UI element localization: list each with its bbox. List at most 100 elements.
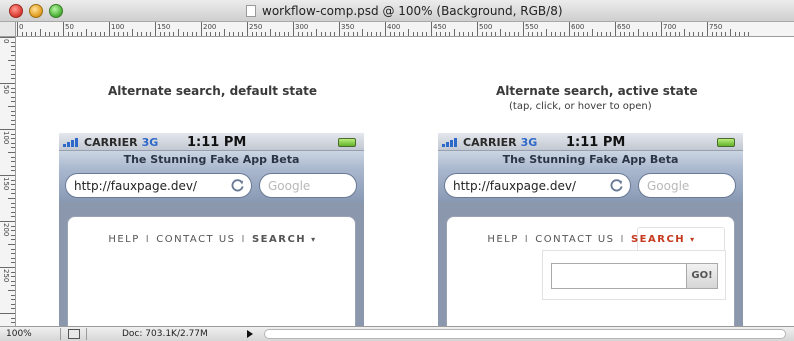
address-field[interactable]: http://fauxpage.dev/: [65, 173, 252, 198]
ruler-tick: [11, 142, 15, 144]
ruler-number: 0: [2, 39, 10, 44]
window-title-bar: workflow-comp.psd @ 100% (Background, RG…: [0, 0, 794, 22]
ruler-tick: [518, 32, 520, 36]
ruler-tick: [136, 32, 138, 36]
browser-search-field[interactable]: Google: [638, 173, 736, 198]
nav-help-link[interactable]: HELP: [487, 234, 518, 245]
ruler-tick: [362, 29, 363, 36]
search-placeholder: Google: [268, 179, 311, 193]
ruler-tick: [725, 32, 727, 36]
ruler-tick: [11, 73, 15, 75]
ruler-tick: [224, 29, 225, 36]
ruler-tick: [693, 32, 695, 36]
vertical-ruler[interactable]: 0 50 100 150 200 250: [0, 37, 16, 326]
nav-contact-link[interactable]: CONTACT US: [156, 234, 235, 245]
document-canvas[interactable]: Alternate search, default state Alternat…: [17, 37, 794, 326]
active-state-subheading: (tap, click, or hover to open): [509, 101, 652, 112]
zoom-level[interactable]: 100%: [6, 329, 32, 339]
site-nav: HELP I CONTACT US I SEARCH ▾: [68, 234, 357, 245]
document-proxy-icon[interactable]: [246, 5, 256, 17]
ruler-number: 50: [65, 23, 74, 31]
ruler-tick: [17, 22, 18, 36]
ruler-tick: [11, 248, 15, 250]
nav-contact-link[interactable]: CONTACT US: [535, 234, 614, 245]
ruler-tick: [141, 32, 143, 36]
horizontal-ruler[interactable]: 0 50 100 150 200 250 300 350 400 450 500 550 600 650 7…: [0, 22, 794, 37]
ruler-tick: [601, 32, 603, 36]
close-window-button[interactable]: [9, 4, 23, 18]
ruler-number: 600: [571, 23, 585, 31]
ruler-tick: [513, 32, 515, 36]
ruler-tick: [587, 32, 589, 36]
ruler-tick: [684, 29, 685, 36]
app-title-bar: The Stunning Fake App Beta: [59, 151, 364, 169]
ruler-tick: [412, 32, 414, 36]
ruler-tick: [0, 313, 15, 314]
status-menu-arrow-icon[interactable]: [247, 330, 253, 338]
ruler-tick: [113, 32, 115, 36]
ruler-tick: [11, 271, 15, 273]
go-button[interactable]: GO!: [686, 263, 718, 289]
ruler-tick: [697, 32, 699, 36]
ruler-number: 100: [111, 23, 125, 31]
ruler-tick: [596, 32, 598, 36]
address-field[interactable]: http://fauxpage.dev/: [444, 173, 631, 198]
ruler-tick: [385, 22, 386, 36]
ruler-tick: [11, 253, 15, 255]
browser-search-field[interactable]: Google: [259, 173, 357, 198]
ruler-tick: [274, 32, 276, 36]
ruler-tick: [306, 32, 308, 36]
ruler-tick: [11, 239, 15, 241]
ruler-tick: [11, 202, 15, 204]
nav-separator: I: [241, 234, 246, 245]
reload-icon[interactable]: [609, 178, 624, 193]
ruler-tick: [242, 32, 244, 36]
ruler-number: 450: [433, 23, 447, 31]
ruler-tick: [11, 165, 15, 167]
nav-search-toggle-active[interactable]: SEARCH ▾: [631, 234, 696, 245]
ruler-tick: [118, 32, 120, 36]
site-search-input[interactable]: [551, 263, 687, 289]
ruler-tick: [11, 101, 15, 103]
ruler-tick: [647, 32, 649, 36]
ruler-tick: [302, 32, 304, 36]
ruler-tick: [440, 32, 442, 36]
ruler-tick: [214, 32, 216, 36]
ruler-tick: [316, 29, 317, 36]
ruler-origin[interactable]: [0, 22, 16, 37]
ruler-tick: [702, 32, 704, 36]
search-placeholder: Google: [647, 179, 690, 193]
ruler-tick: [8, 198, 15, 199]
ruler-tick: [86, 29, 87, 36]
ruler-tick: [674, 32, 676, 36]
ruler-tick: [237, 32, 239, 36]
ruler-tick: [320, 32, 322, 36]
site-nav: HELP I CONTACT US I SEARCH ▾: [447, 234, 736, 245]
ruler-tick: [11, 179, 15, 181]
ruler-tick: [21, 32, 23, 36]
ruler-tick: [421, 32, 423, 36]
phone-mockup-default: CARRIER 3G 1:11 PM The Stunning Fake App …: [59, 133, 364, 326]
ruler-tick: [348, 32, 350, 36]
reload-icon[interactable]: [230, 178, 245, 193]
ruler-tick: [8, 106, 15, 107]
ruler-tick: [228, 32, 230, 36]
ruler-tick: [477, 22, 478, 36]
ruler-tick: [251, 32, 253, 36]
minimize-window-button[interactable]: [29, 4, 43, 18]
ruler-tick: [90, 32, 92, 36]
nav-help-link[interactable]: HELP: [108, 234, 139, 245]
nav-search-toggle[interactable]: SEARCH ▾: [252, 234, 317, 245]
ruler-number: 500: [479, 23, 493, 31]
ruler-tick: [605, 32, 607, 36]
horizontal-scrollbar[interactable]: [264, 329, 786, 339]
ruler-tick: [532, 32, 534, 36]
page-viewport: HELP I CONTACT US I SEARCH ▾ GO!: [438, 202, 743, 326]
page-viewport: HELP I CONTACT US I SEARCH ▾: [59, 202, 364, 326]
ruler-tick: [0, 37, 15, 38]
preview-icon[interactable]: [68, 329, 80, 339]
ruler-tick: [339, 22, 340, 36]
ruler-tick: [127, 32, 129, 36]
zoom-window-button[interactable]: [49, 4, 63, 18]
ruler-tick: [431, 22, 432, 36]
